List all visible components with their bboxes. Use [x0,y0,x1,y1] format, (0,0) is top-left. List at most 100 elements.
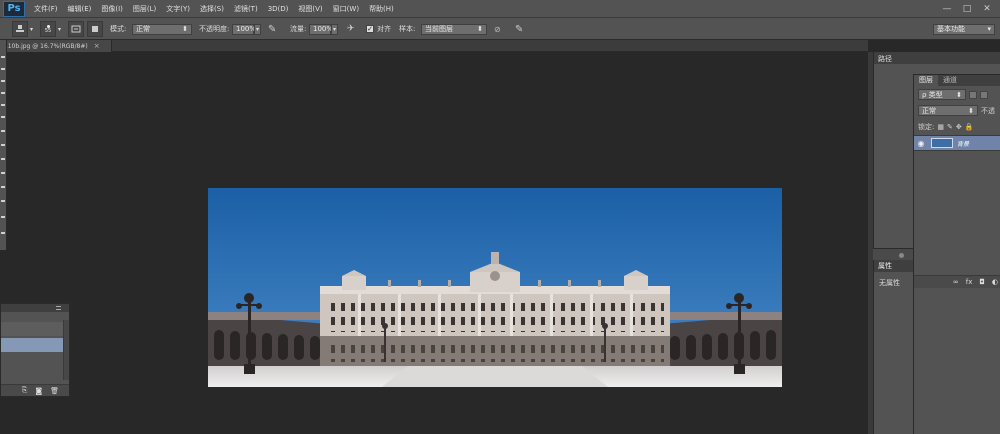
blend-mode-dropdown[interactable]: 正常 ⬍ [918,105,978,116]
pen-tool-icon[interactable] [1,216,5,218]
window-controls: — □ ✕ [938,3,996,15]
menu-edit[interactable]: 编辑(E) [63,4,97,14]
toggle-clone-source-button[interactable] [87,18,103,40]
panel-menu-icon[interactable] [56,306,61,310]
type-tool-icon[interactable] [1,232,5,234]
lock-move-icon[interactable]: ✥ [956,123,962,131]
flow-input[interactable]: 100% [309,23,333,35]
new-snapshot-icon[interactable]: ⎘ [22,386,28,395]
canvas-image[interactable] [208,188,782,387]
lock-paint-icon[interactable]: ✎ [947,123,953,131]
menu-bar: Ps 文件(F) 编辑(E) 图像(I) 图层(L) 文字(Y) 选择(S) 滤… [0,0,1000,18]
layer-filter-dropdown[interactable]: ρ 类型 ⬍ [918,89,966,100]
lower-panel-area [913,288,1000,434]
tools-panel [0,40,7,250]
airbrush-button[interactable]: ✈ [347,18,355,40]
crop-tool-icon[interactable] [1,104,5,106]
menu-image[interactable]: 图像(I) [96,4,128,14]
menu-view[interactable]: 视图(V) [293,4,327,14]
menu-layer[interactable]: 图层(L) [128,4,161,14]
quick-select-tool-icon[interactable] [1,92,5,94]
layer-filter-value: ρ 类型 [922,90,943,99]
close-window-button[interactable]: ✕ [978,3,996,15]
check-icon: ✓ [366,25,374,33]
palace-photo [208,188,782,387]
maximize-button[interactable]: □ [958,3,976,15]
tab-channels[interactable]: 通道 [938,75,962,86]
visibility-eye-icon[interactable]: ◉ [914,139,928,148]
close-document-icon[interactable]: × [94,42,100,50]
eyedropper-tool-icon[interactable] [1,116,5,118]
adjustment-layer-icon[interactable]: ◐ [992,278,998,286]
mode-value: 正常 [136,25,150,33]
layer-row-background[interactable]: ◉ 背景 [914,135,1000,151]
paths-tab[interactable]: 路径 [874,52,1000,64]
clone-source-icon [87,21,103,37]
brush-tool-icon[interactable] [1,144,5,146]
tool-preset-picker[interactable]: ▾ [12,18,33,40]
healing-tool-icon[interactable] [1,130,5,132]
panel-header[interactable] [1,304,69,312]
clone-stamp-tool-icon[interactable] [1,158,5,160]
document-title: 7.10b.jpg @ 16.7%(RGB/8#) [2,42,88,50]
move-tool-icon[interactable] [1,56,5,58]
paths-title: 路径 [878,55,892,63]
aligned-checkbox[interactable]: ✓ 对齐 [366,18,391,40]
chevron-down-icon: ⬍ [968,106,974,115]
sample-label: 样本: [399,25,416,33]
eraser-tool-icon[interactable] [1,186,5,188]
trash-icon[interactable]: 🗑 [50,387,59,395]
opacity-input[interactable]: 100% [232,23,257,35]
lock-all-icon[interactable]: 🔒 [965,123,974,131]
opacity-value: 100% [236,25,257,33]
clone-stamp-icon [12,21,28,37]
properties-tab[interactable]: 属性 [874,260,914,272]
sample-dropdown[interactable]: 当前图层 ⬍ [421,23,487,35]
layers-panel: 图层 通道 ρ 类型 ⬍ 正常 ⬍ 不透 锁定: ▦ ✎ ✥ 🔒 ◉ 背景 ∞ … [913,74,1000,288]
opacity-slider-toggle[interactable]: ▾ [254,23,261,35]
menu-filter[interactable]: 滤镜(T) [229,4,263,14]
toggle-brush-panel-button[interactable] [68,18,84,40]
list-item[interactable] [1,322,63,336]
menu-window[interactable]: 窗口(W) [328,4,364,14]
gradient-tool-icon[interactable] [1,200,5,202]
brush-size-picker[interactable]: 55 ▾ [40,18,61,40]
document-tab[interactable]: 7.10b.jpg @ 16.7%(RGB/8#) × [0,40,112,52]
history-brush-tool-icon[interactable] [1,172,5,174]
add-mask-icon[interactable]: ◘ [979,278,985,286]
mode-dropdown[interactable]: 正常 ⬍ [132,23,192,35]
options-bar: ▾ 55 ▾ 模式: 正常 ⬍ 不透明度: 100% ▾ ✎ 流量: 100% … [0,18,1000,40]
pressure-opacity-button[interactable]: ✎ [268,18,276,40]
brush-size-value: 55 [44,27,52,34]
layers-tab-bar: 图层 通道 [914,75,1000,86]
marquee-tool-icon[interactable] [1,68,5,70]
chevron-down-icon: ⬍ [182,25,188,33]
menu-3d[interactable]: 3D(D) [263,5,294,13]
layer-style-icon[interactable]: fx [966,278,973,286]
link-layers-icon[interactable]: ∞ [953,278,959,286]
menu-select[interactable]: 选择(S) [195,4,229,14]
pressure-size-button[interactable]: ✎ [515,18,523,40]
tab-layers[interactable]: 图层 [914,75,938,86]
ignore-adjustment-layers-button[interactable]: ⊘ [494,18,501,40]
brush-panel-icon [68,21,84,37]
minimize-button[interactable]: — [938,3,956,15]
collapse-handle-icon[interactable] [899,253,904,258]
workspace-dropdown[interactable]: 基本功能 ▾ [933,23,995,35]
adjustment-filter-icon[interactable] [980,90,988,99]
image-filter-icon[interactable] [969,90,977,99]
chevron-down-icon: ▾ [987,25,991,33]
menu-type[interactable]: 文字(Y) [161,4,195,14]
chevron-down-icon: ⬍ [956,90,962,99]
properties-empty-text: 无属性 [879,279,900,287]
lasso-tool-icon[interactable] [1,80,5,82]
flow-slider-toggle[interactable]: ▾ [331,23,338,35]
menu-file[interactable]: 文件(F) [29,4,63,14]
menu-help[interactable]: 帮助(H) [364,4,399,14]
list-item-selected[interactable] [1,338,63,352]
scrollbar[interactable] [63,320,69,380]
chevron-down-icon: ▾ [58,25,62,33]
panel-collapse-bar[interactable] [873,248,913,260]
camera-icon[interactable]: ◙ [35,387,42,395]
lock-transparent-icon[interactable]: ▦ [937,123,944,131]
